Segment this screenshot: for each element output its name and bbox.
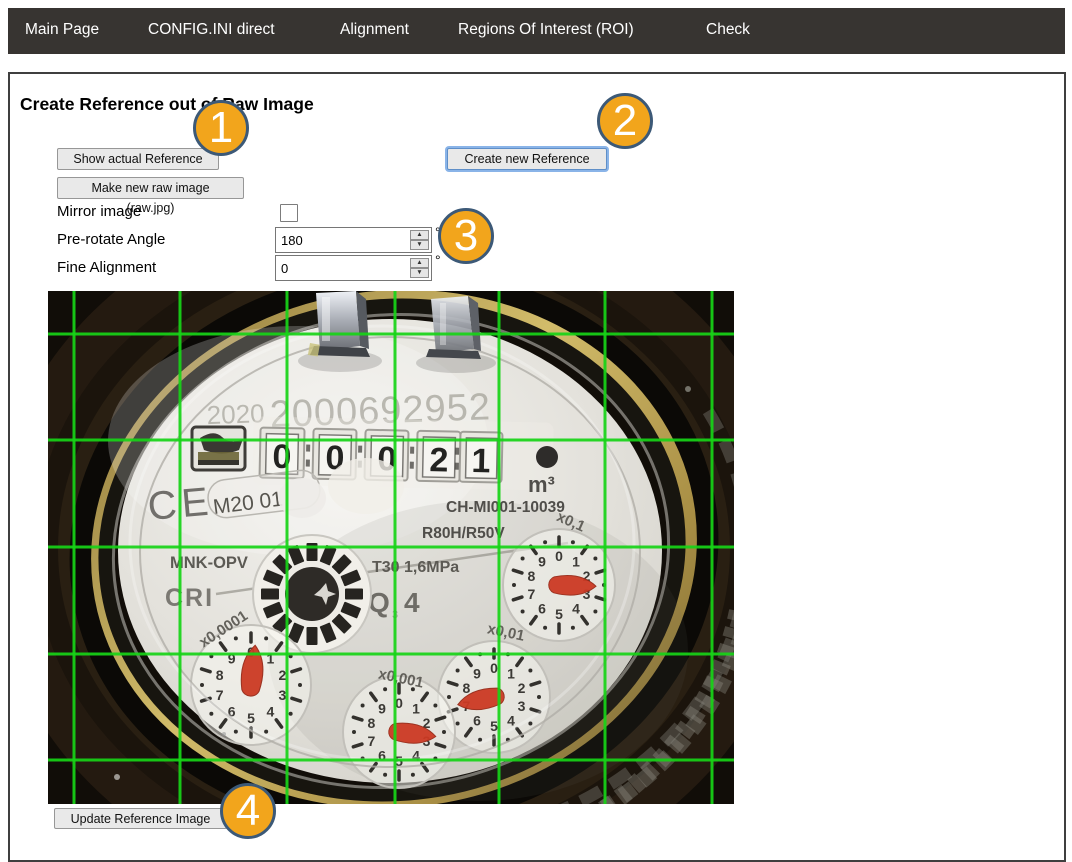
- annotation-circle-1: 1: [193, 100, 249, 156]
- nav-item-config-ini[interactable]: CONFIG.INI direct: [148, 21, 275, 39]
- spin-up-icon[interactable]: ▲: [410, 258, 429, 268]
- reference-image: 2020 2000692952 0 0 0 2 1: [48, 291, 734, 804]
- black-dot: [536, 446, 558, 468]
- spin-down-icon[interactable]: ▼: [410, 268, 429, 278]
- annotation-number: 4: [236, 786, 260, 836]
- show-reference-button[interactable]: Show actual Reference: [57, 148, 219, 170]
- annotation-circle-3: 3: [438, 208, 494, 264]
- svg-text:3: 3: [518, 698, 526, 714]
- svg-text:5: 5: [555, 606, 563, 622]
- svg-text:2: 2: [278, 667, 286, 683]
- annotation-number: 2: [613, 96, 637, 146]
- model-number: CH-MI001-10039: [446, 499, 565, 516]
- svg-text:8: 8: [463, 680, 471, 696]
- maker-logo: [192, 427, 245, 470]
- svg-text:7: 7: [528, 586, 536, 602]
- svg-text:9: 9: [473, 666, 481, 682]
- fine-alignment-value: 0: [281, 261, 288, 276]
- svg-text:3: 3: [278, 687, 286, 703]
- fine-alignment-input[interactable]: 0 ▲▼: [275, 255, 432, 281]
- svg-text:6: 6: [538, 600, 546, 616]
- create-reference-button[interactable]: Create new Reference: [447, 148, 607, 170]
- svg-text:4: 4: [266, 704, 274, 720]
- mirror-image-label: Mirror image: [57, 203, 141, 220]
- svg-text:5: 5: [490, 718, 498, 734]
- svg-text:0: 0: [272, 438, 292, 476]
- annotation-circle-4: 4: [220, 783, 276, 839]
- nav-item-main-page[interactable]: Main Page: [25, 21, 99, 39]
- spec-text: R80H/R50V: [422, 525, 505, 542]
- counter-window: 2: [416, 431, 460, 482]
- unit-label: m³: [528, 472, 555, 497]
- prerotate-input[interactable]: 180 ▲▼: [275, 227, 432, 253]
- svg-text:9: 9: [538, 554, 546, 570]
- svg-text:2: 2: [429, 441, 449, 479]
- water-meter-photo: 2020 2000692952 0 0 0 2 1: [48, 291, 734, 804]
- update-reference-button[interactable]: Update Reference Image: [54, 808, 227, 829]
- svg-text:4: 4: [507, 712, 515, 728]
- svg-text:8: 8: [528, 568, 536, 584]
- rating-text: T30 1,6MPa: [372, 559, 459, 576]
- svg-text:1: 1: [507, 666, 515, 682]
- nav-item-alignment[interactable]: Alignment: [340, 21, 409, 39]
- svg-text:0: 0: [490, 660, 498, 676]
- nav-item-check[interactable]: Check: [706, 21, 750, 39]
- annotation-number: 3: [454, 211, 478, 261]
- svg-text:1: 1: [471, 442, 491, 480]
- dial-x0-001: 0123456789: [343, 676, 455, 788]
- svg-text:2: 2: [518, 680, 526, 696]
- prerotate-spinner: ▲▼: [410, 230, 429, 249]
- svg-text:7: 7: [216, 687, 224, 703]
- svg-text:1: 1: [572, 554, 580, 570]
- fine-alignment-spinner: ▲▼: [410, 258, 429, 277]
- page-title: Create Reference out of Raw Image: [20, 94, 314, 115]
- nav-item-roi[interactable]: Regions Of Interest (ROI): [458, 21, 634, 39]
- prerotate-value: 180: [281, 233, 303, 248]
- svg-text:6: 6: [473, 712, 481, 728]
- svg-text:5: 5: [247, 710, 255, 726]
- make-raw-image-button[interactable]: Make new raw image (raw.jpg): [57, 177, 244, 199]
- content-panel: Create Reference out of Raw Image Show a…: [8, 72, 1066, 862]
- svg-text:8: 8: [216, 667, 224, 683]
- brand-text: MNK-OPV: [170, 554, 248, 572]
- q-value: 4: [404, 587, 420, 618]
- spin-down-icon[interactable]: ▼: [410, 240, 429, 250]
- degree-symbol: °: [435, 252, 441, 268]
- spin-up-icon[interactable]: ▲: [410, 230, 429, 240]
- svg-text:4: 4: [572, 600, 580, 616]
- mirror-checkbox[interactable]: [280, 204, 298, 222]
- brand2-text: CRI: [165, 584, 214, 612]
- svg-text:1: 1: [412, 701, 420, 717]
- svg-text:8: 8: [368, 715, 376, 731]
- fine-alignment-label: Fine Alignment: [57, 259, 156, 276]
- svg-text:0: 0: [555, 548, 563, 564]
- svg-text:7: 7: [368, 733, 376, 749]
- annotation-circle-2: 2: [597, 93, 653, 149]
- svg-text:9: 9: [378, 701, 386, 717]
- prerotate-label: Pre-rotate Angle: [57, 231, 165, 248]
- top-navbar: Main Page CONFIG.INI direct Alignment Re…: [8, 8, 1065, 54]
- annotation-number: 1: [209, 103, 233, 153]
